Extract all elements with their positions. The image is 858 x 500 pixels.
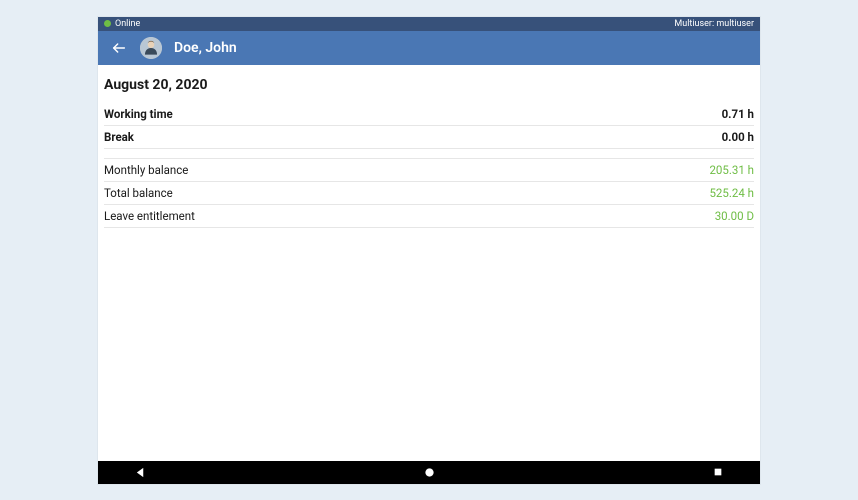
row-value: 205.31 h xyxy=(709,163,754,177)
circle-home-icon xyxy=(424,467,435,478)
nav-back-button[interactable] xyxy=(120,467,160,478)
section-divider xyxy=(104,149,754,159)
status-left: Online xyxy=(104,19,140,29)
data-row: Monthly balance 205.31 h xyxy=(104,159,754,182)
app-bar: Doe, John xyxy=(98,31,760,65)
status-right-label: Multiuser: multiuser xyxy=(674,19,754,29)
arrow-left-icon xyxy=(111,40,127,56)
online-label: Online xyxy=(115,19,140,29)
status-bar: Online Multiuser: multiuser xyxy=(98,17,760,31)
secondary-rows: Monthly balance 205.31 h Total balance 525.… xyxy=(104,159,754,228)
avatar xyxy=(140,37,162,59)
data-row: Working time 0.71 h xyxy=(104,103,754,126)
avatar-placeholder-icon xyxy=(140,37,162,59)
back-button[interactable] xyxy=(110,39,128,57)
main-content: August 20, 2020 Working time 0.71 h Break 0… xyxy=(98,65,760,461)
row-label: Leave entitlement xyxy=(104,209,195,223)
nav-recent-button[interactable] xyxy=(698,467,738,477)
page-title: Doe, John xyxy=(174,40,237,56)
row-value: 525.24 h xyxy=(709,186,754,200)
row-label: Monthly balance xyxy=(104,163,188,177)
row-value: 0.71 h xyxy=(722,107,754,121)
primary-rows: Working time 0.71 h Break 0.00 h xyxy=(104,103,754,149)
row-value: 30.00 D xyxy=(715,209,754,223)
online-indicator-icon xyxy=(104,20,111,27)
data-row: Leave entitlement 30.00 D xyxy=(104,205,754,228)
nav-home-button[interactable] xyxy=(409,467,449,478)
android-nav-bar xyxy=(98,461,760,484)
triangle-back-icon xyxy=(135,467,146,478)
row-label: Total balance xyxy=(104,186,173,200)
row-value: 0.00 h xyxy=(722,130,754,144)
square-recent-icon xyxy=(713,467,723,477)
date-header: August 20, 2020 xyxy=(104,77,754,103)
row-label: Working time xyxy=(104,107,173,121)
data-row: Total balance 525.24 h xyxy=(104,182,754,205)
data-row: Break 0.00 h xyxy=(104,126,754,149)
row-label: Break xyxy=(104,130,134,144)
device-frame: Online Multiuser: multiuser Doe, John Au… xyxy=(98,17,760,484)
